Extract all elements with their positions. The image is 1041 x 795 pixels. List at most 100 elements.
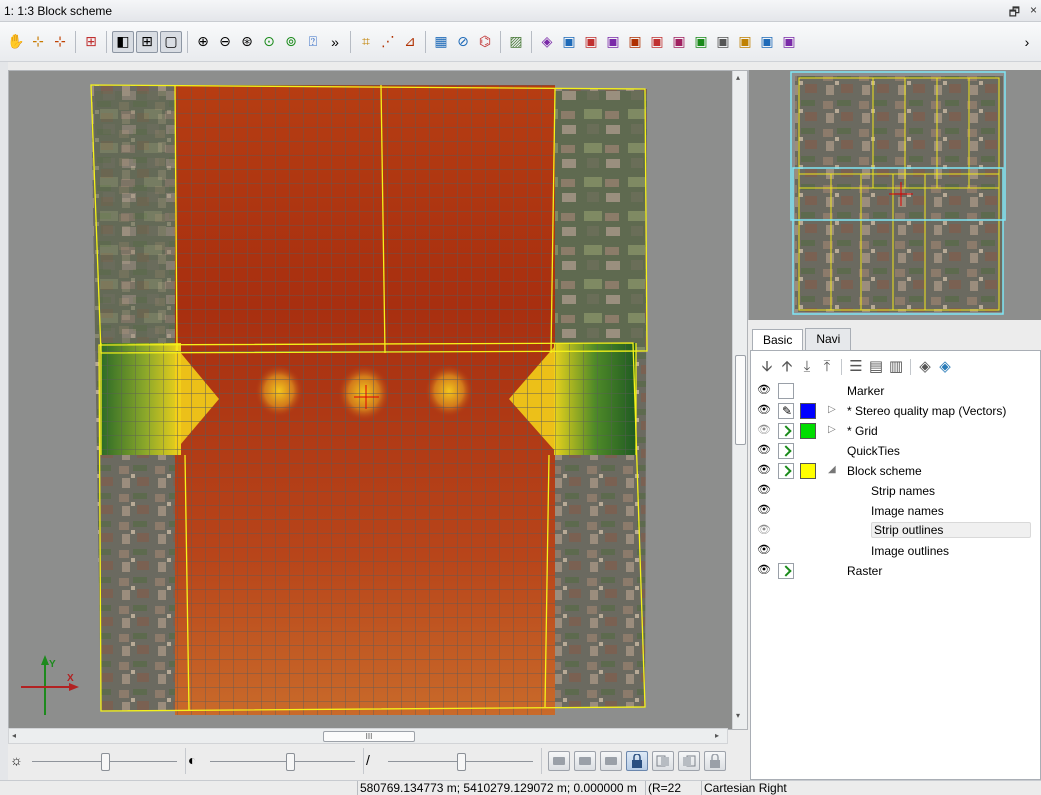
add-locked-point-icon[interactable]: ⊹ (50, 32, 70, 52)
tool-icon[interactable]: ▣ (713, 32, 733, 52)
stereo-icon[interactable]: ▦ (431, 32, 451, 52)
crosshair-icon[interactable]: ⊞ (81, 32, 101, 52)
layer-row[interactable]: 👁 Image names (751, 501, 1040, 521)
layer-checkbox[interactable] (778, 463, 794, 479)
tool-icon[interactable]: ▣ (581, 32, 601, 52)
layer-row[interactable]: 👁 QuickTies (751, 441, 1040, 461)
contrast-slider[interactable]: ◐ (186, 748, 364, 774)
brightness-slider[interactable]: ☼ (8, 748, 186, 774)
lock-icon[interactable] (626, 751, 648, 771)
layer-row[interactable]: 👁 ▷ * Grid (751, 421, 1040, 441)
eye-icon[interactable]: 👁 (757, 483, 771, 497)
scroll-left-arrow-icon[interactable]: ◂ (12, 731, 16, 740)
layer-properties-icon[interactable]: ▤ (868, 359, 884, 375)
map-canvas[interactable]: Y X (9, 71, 734, 721)
gamma-slider[interactable]: / (364, 748, 542, 774)
toolbar-overflow-button[interactable]: » (325, 32, 345, 52)
zoom-fit-icon[interactable]: ⊚ (281, 32, 301, 52)
edit-pen-icon[interactable]: ✎ (782, 404, 792, 418)
tool-icon[interactable]: ▣ (603, 32, 623, 52)
vector-icon[interactable]: ⌬ (475, 32, 495, 52)
scroll-down-arrow-icon[interactable]: ▾ (736, 711, 740, 720)
scroll-right-arrow-icon[interactable]: ▸ (715, 731, 719, 740)
zoom-out-icon[interactable]: ⊖ (215, 32, 235, 52)
tool-icon[interactable]: ▣ (559, 32, 579, 52)
map-view[interactable]: Y X ▴ ▾ (8, 70, 748, 730)
zoom-previous-icon[interactable]: ⍰ (303, 32, 323, 52)
unlock-icon[interactable] (704, 751, 726, 771)
layer-row[interactable]: 👁 ◢ Block scheme (751, 461, 1040, 481)
layer-checkbox[interactable] (778, 563, 794, 579)
layer-row[interactable]: 👁 ✎ ▷ * Stereo quality map (Vectors) (751, 401, 1040, 421)
zoom-layer-icon[interactable]: ⊙ (259, 32, 279, 52)
zoom-extent-icon[interactable]: ⊛ (237, 32, 257, 52)
layers-collapse-icon[interactable]: ◈ (917, 359, 933, 375)
layer-row[interactable]: 👁 Raster (751, 561, 1040, 581)
move-top-icon[interactable]: ⤒ (819, 359, 835, 375)
layer-checkbox[interactable] (778, 423, 794, 439)
tab-basic[interactable]: Basic (752, 329, 804, 351)
channel-red-button[interactable] (548, 751, 570, 771)
layer-tools-icon[interactable]: ◈ (537, 32, 557, 52)
copy-left-icon[interactable] (652, 751, 674, 771)
tool-icon[interactable]: ▣ (779, 32, 799, 52)
frame-view-icon[interactable]: ▢ (160, 30, 182, 53)
layers-expand-icon[interactable]: ◈ (937, 359, 953, 375)
eye-icon[interactable]: 👁 (757, 463, 771, 477)
map-horizontal-scrollbar[interactable]: ◂ III ▸ (8, 728, 728, 744)
expand-arrow-icon[interactable]: ▷ (828, 424, 836, 435)
eye-icon[interactable]: 👁 (757, 443, 771, 457)
tool-icon[interactable]: ▣ (757, 32, 777, 52)
pan-hand-icon[interactable]: ✋ (6, 32, 26, 52)
marker-icon[interactable]: ⌗ (356, 32, 376, 52)
contrast-knob[interactable] (285, 753, 295, 771)
move-bottom-icon[interactable]: ⤓ (799, 359, 815, 375)
image-icon[interactable]: ▨ (506, 32, 526, 52)
eye-icon[interactable]: 👁 (757, 503, 771, 517)
channel-blue-button[interactable] (600, 751, 622, 771)
select-points-icon[interactable]: ⋰ (378, 32, 398, 52)
orientation-icon[interactable]: ⊘ (453, 32, 473, 52)
tool-icon[interactable]: ▣ (625, 32, 645, 52)
tool-icon[interactable]: ▣ (691, 32, 711, 52)
map-vertical-scrollbar[interactable]: ▴ ▾ (732, 71, 747, 729)
layer-color-swatch[interactable] (800, 403, 816, 419)
toolbar-right-overflow-button[interactable]: › (1017, 32, 1037, 52)
eye-icon[interactable]: 👁 (757, 383, 771, 397)
layer-checkbox[interactable] (778, 443, 794, 459)
zoom-in-icon[interactable]: ⊕ (193, 32, 213, 52)
brightness-knob[interactable] (100, 753, 110, 771)
collapse-arrow-icon[interactable]: ◢ (828, 464, 836, 475)
layer-checkbox[interactable] (778, 383, 794, 399)
layer-row[interactable]: 👁 Image outlines (751, 541, 1040, 561)
layer-row[interactable]: 👁 Strip outlines (751, 521, 1040, 541)
layer-row[interactable]: 👁 Strip names (751, 481, 1040, 501)
close-window-button[interactable]: × (1030, 3, 1037, 24)
add-point-icon[interactable]: ⊹ (28, 32, 48, 52)
eye-icon[interactable]: 👁 (757, 523, 771, 537)
grid-view-icon[interactable]: ⊞ (136, 30, 158, 53)
split-view-icon[interactable]: ◧ (112, 30, 134, 53)
expand-arrow-icon[interactable]: ▷ (828, 404, 836, 415)
measure-icon[interactable]: ⊿ (400, 32, 420, 52)
horizontal-scroll-thumb[interactable]: III (323, 731, 415, 742)
layer-columns-icon[interactable]: ▥ (888, 359, 904, 375)
eye-icon[interactable]: 👁 (757, 403, 771, 417)
eye-icon[interactable]: 👁 (757, 423, 771, 437)
layer-color-swatch[interactable] (800, 463, 816, 479)
scroll-up-arrow-icon[interactable]: ▴ (736, 73, 740, 82)
channel-green-button[interactable] (574, 751, 596, 771)
overview-navigator[interactable] (748, 70, 1041, 320)
layer-color-swatch[interactable] (800, 423, 816, 439)
tool-icon[interactable]: ▣ (647, 32, 667, 52)
restore-window-button[interactable]: 🗗 (1009, 3, 1020, 24)
move-down-icon[interactable]: 🡫 (759, 359, 775, 375)
layer-list-icon[interactable]: ☰ (848, 359, 864, 375)
gamma-knob[interactable] (456, 753, 466, 771)
copy-right-icon[interactable] (678, 751, 700, 771)
tool-icon[interactable]: ▣ (735, 32, 755, 52)
layer-row[interactable]: 👁 Marker (751, 381, 1040, 401)
tool-icon[interactable]: ▣ (669, 32, 689, 52)
tab-navi[interactable]: Navi (805, 328, 852, 350)
eye-icon[interactable]: 👁 (757, 543, 771, 557)
